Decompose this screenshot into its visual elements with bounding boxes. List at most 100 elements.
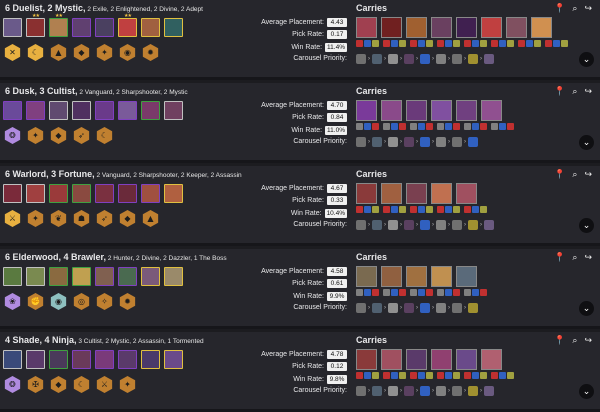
champion-portrait[interactable] [141, 18, 160, 37]
item-icon[interactable] [445, 372, 452, 379]
share-icon[interactable]: ↪ [584, 169, 592, 180]
champion-portrait[interactable] [49, 101, 68, 120]
champion-portrait[interactable] [26, 350, 45, 369]
champion-portrait[interactable] [72, 267, 91, 286]
trait-icon[interactable]: ◉ [50, 293, 67, 310]
carry-portrait[interactable] [406, 17, 427, 38]
champion-portrait[interactable] [3, 101, 22, 120]
search-icon[interactable]: ⌕ [572, 86, 577, 97]
trait-icon[interactable]: ▲ [50, 44, 67, 61]
champion-portrait[interactable] [72, 101, 91, 120]
pin-icon[interactable]: 📍 [554, 3, 565, 14]
item-icon[interactable] [399, 40, 406, 47]
carry-portrait[interactable] [381, 183, 402, 204]
expand-button[interactable]: ⌄ [579, 384, 594, 399]
expand-button[interactable]: ⌄ [579, 135, 594, 150]
carry-portrait[interactable] [381, 349, 402, 370]
champion-portrait[interactable] [3, 184, 22, 203]
champion-portrait[interactable] [95, 18, 114, 37]
item-icon[interactable] [399, 289, 406, 296]
carousel-item-icon[interactable] [468, 54, 478, 64]
item-icon[interactable] [480, 372, 487, 379]
carousel-item-icon[interactable] [372, 386, 382, 396]
item-icon[interactable] [372, 289, 379, 296]
champion-portrait[interactable] [141, 267, 160, 286]
pin-icon[interactable]: 📍 [554, 169, 565, 180]
carousel-item-icon[interactable] [436, 386, 446, 396]
carousel-item-icon[interactable] [452, 220, 462, 230]
carry-portrait[interactable] [356, 17, 377, 38]
carousel-item-icon[interactable] [404, 54, 414, 64]
carousel-item-icon[interactable] [404, 137, 414, 147]
carousel-item-icon[interactable] [404, 303, 414, 313]
item-icon[interactable] [553, 40, 560, 47]
item-icon[interactable] [426, 206, 433, 213]
trait-icon[interactable]: ❂ [4, 127, 21, 144]
trait-icon[interactable]: ◉ [119, 44, 136, 61]
item-icon[interactable] [545, 40, 552, 47]
item-icon[interactable] [491, 372, 498, 379]
carousel-item-icon[interactable] [388, 303, 398, 313]
item-icon[interactable] [499, 40, 506, 47]
carousel-item-icon[interactable] [356, 220, 366, 230]
trait-icon[interactable]: ☾ [73, 376, 90, 393]
carousel-item-icon[interactable] [356, 386, 366, 396]
item-icon[interactable] [472, 289, 479, 296]
item-icon[interactable] [356, 372, 363, 379]
carry-portrait[interactable] [406, 100, 427, 121]
champion-portrait[interactable] [141, 184, 160, 203]
item-icon[interactable] [364, 372, 371, 379]
item-icon[interactable] [383, 40, 390, 47]
carry-portrait[interactable] [431, 183, 452, 204]
champion-portrait[interactable] [3, 267, 22, 286]
carry-portrait[interactable] [406, 349, 427, 370]
item-icon[interactable] [391, 289, 398, 296]
champion-portrait[interactable] [118, 101, 137, 120]
trait-icon[interactable]: ✕ [4, 44, 21, 61]
item-icon[interactable] [507, 123, 514, 130]
item-icon[interactable] [472, 372, 479, 379]
item-icon[interactable] [372, 40, 379, 47]
item-icon[interactable] [410, 206, 417, 213]
trait-icon[interactable]: ☗ [73, 210, 90, 227]
item-icon[interactable] [445, 123, 452, 130]
item-icon[interactable] [445, 206, 452, 213]
item-icon[interactable] [364, 40, 371, 47]
item-icon[interactable] [464, 123, 471, 130]
item-icon[interactable] [356, 206, 363, 213]
pin-icon[interactable]: 📍 [554, 335, 565, 346]
item-icon[interactable] [453, 40, 460, 47]
trait-icon[interactable]: ⚔ [96, 376, 113, 393]
trait-icon[interactable]: ✊ [27, 293, 44, 310]
carry-portrait[interactable] [481, 349, 502, 370]
item-icon[interactable] [453, 206, 460, 213]
item-icon[interactable] [480, 206, 487, 213]
carry-portrait[interactable] [431, 349, 452, 370]
item-icon[interactable] [534, 40, 541, 47]
champion-portrait[interactable]: ★★ [26, 14, 45, 37]
item-icon[interactable] [383, 372, 390, 379]
item-icon[interactable] [418, 206, 425, 213]
trait-icon[interactable]: ✦ [27, 127, 44, 144]
carousel-item-icon[interactable] [484, 54, 494, 64]
carousel-item-icon[interactable] [388, 386, 398, 396]
champion-portrait[interactable] [118, 267, 137, 286]
carry-portrait[interactable] [456, 183, 477, 204]
item-icon[interactable] [391, 40, 398, 47]
carry-portrait[interactable] [481, 17, 502, 38]
champion-portrait[interactable]: ★★ [49, 14, 68, 37]
champion-portrait[interactable] [72, 350, 91, 369]
champion-portrait[interactable] [141, 350, 160, 369]
item-icon[interactable] [499, 372, 506, 379]
carry-portrait[interactable] [381, 266, 402, 287]
champion-portrait[interactable] [118, 184, 137, 203]
champion-portrait[interactable] [26, 101, 45, 120]
carousel-item-icon[interactable] [452, 137, 462, 147]
item-icon[interactable] [364, 206, 371, 213]
item-icon[interactable] [410, 40, 417, 47]
carousel-item-icon[interactable] [468, 386, 478, 396]
item-icon[interactable] [472, 40, 479, 47]
search-icon[interactable]: ⌕ [572, 169, 577, 180]
carousel-item-icon[interactable] [404, 220, 414, 230]
item-icon[interactable] [391, 123, 398, 130]
